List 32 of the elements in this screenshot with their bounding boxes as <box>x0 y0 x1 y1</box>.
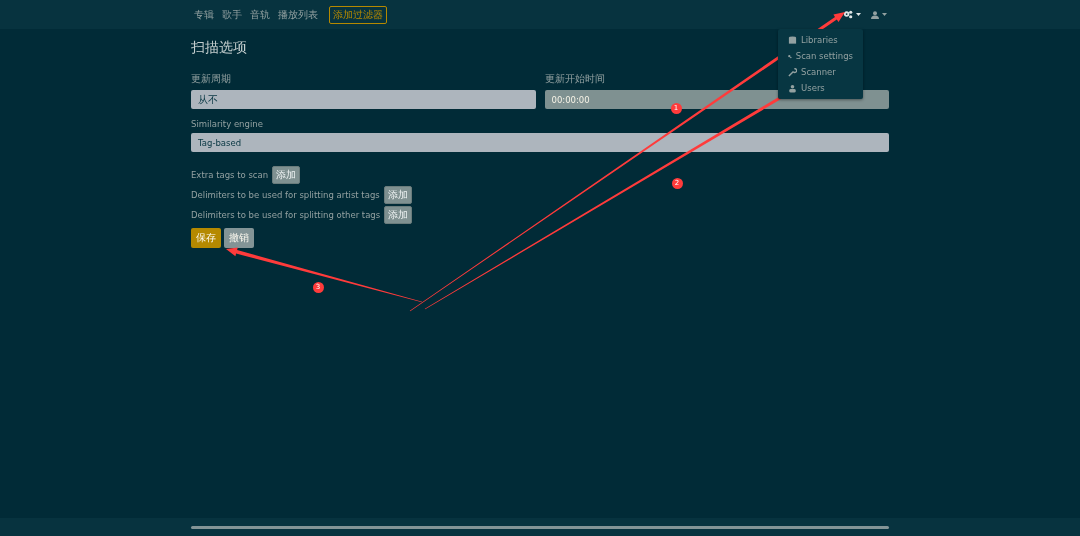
nav-link[interactable]: 播放列表 <box>275 7 321 22</box>
add-button[interactable]: 添加 <box>383 186 412 204</box>
scrollbar[interactable] <box>191 525 889 529</box>
add-button[interactable]: 添加 <box>384 206 413 224</box>
field-label: 更新周期 <box>191 72 232 86</box>
add-filter-button[interactable]: 添加过滤器 <box>329 5 387 24</box>
select-field[interactable]: 从不 <box>191 90 536 109</box>
nav-link[interactable]: 音轨 <box>247 7 273 22</box>
menu-item[interactable]: Libraries <box>778 32 863 48</box>
nav-link[interactable]: 歌手 <box>219 7 245 22</box>
menu-item[interactable]: Scanner <box>778 64 863 80</box>
user-icon <box>871 10 879 19</box>
caret-icon <box>856 13 861 16</box>
users-icon <box>788 83 797 93</box>
cancel-button[interactable]: 撤销 <box>224 228 254 248</box>
database-icon <box>788 35 797 45</box>
save-button[interactable]: 保存 <box>191 228 221 248</box>
caret-icon <box>882 13 887 16</box>
wrench-icon <box>788 67 797 77</box>
select-field[interactable]: Tag-based <box>191 133 889 152</box>
nav-link[interactable]: 专辑 <box>191 7 217 22</box>
add-button[interactable]: 添加 <box>272 166 301 184</box>
menu-item[interactable]: Scan settings <box>778 48 863 64</box>
field-label: Delimiters to be used for splitting other tags <box>191 210 381 220</box>
settings-menu-button[interactable] <box>843 10 861 19</box>
field-label: Similarity engine <box>191 119 264 129</box>
field-label: 更新开始时间 <box>544 72 606 86</box>
field-label: Delimiters to be used for splitting artist tags <box>191 190 380 200</box>
field-label: Extra tags to scan <box>191 170 269 180</box>
menu-item[interactable]: Users <box>778 80 863 96</box>
user-menu-button[interactable] <box>871 10 887 19</box>
page-title: 扫描选项 <box>191 39 247 57</box>
